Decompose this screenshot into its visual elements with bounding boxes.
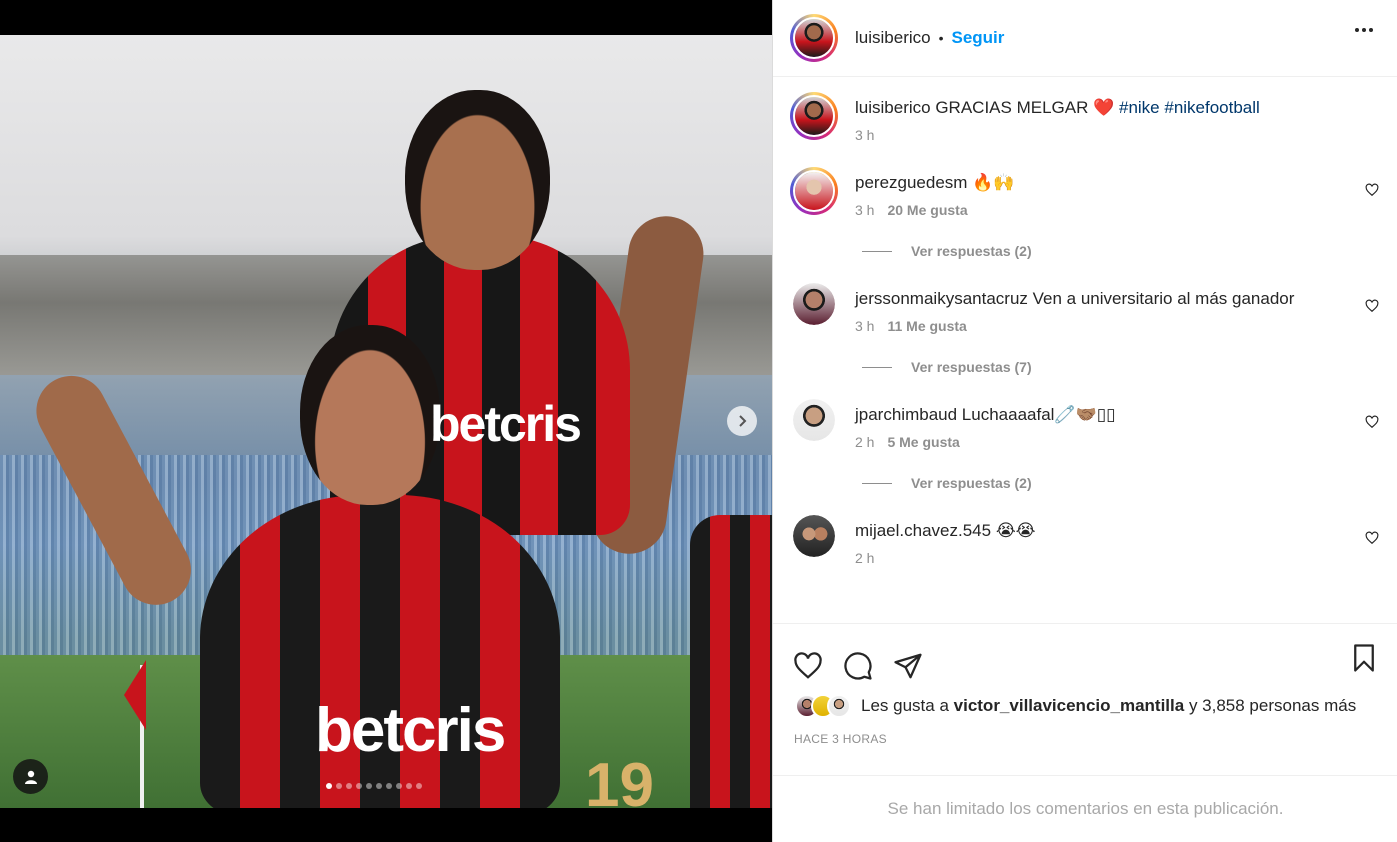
comment-avatar[interactable] <box>790 167 838 215</box>
comment-icon[interactable] <box>843 651 873 681</box>
carousel-dot <box>416 783 422 789</box>
liker-avatar[interactable] <box>827 694 851 718</box>
carousel-dot <box>326 783 332 789</box>
comment-likes[interactable]: 5 Me gusta <box>887 434 959 450</box>
author-avatar[interactable] <box>790 14 838 62</box>
comment-likes[interactable]: 20 Me gusta <box>887 202 967 218</box>
comment-username[interactable]: jerssonmaikysantacruz <box>855 289 1028 308</box>
player-top-head <box>405 90 550 270</box>
comment-username[interactable]: mijael.chavez.545 <box>855 521 991 540</box>
comment-heart-icon[interactable] <box>1365 415 1379 429</box>
comment-time[interactable]: 2 h <box>855 550 874 566</box>
post-photo[interactable]: betcris betcris 19 <box>0 35 772 808</box>
jersey-sponsor-bottom: betcris <box>315 696 506 765</box>
user-tag-button[interactable] <box>13 759 48 794</box>
comment-time[interactable]: 2 h <box>855 434 874 450</box>
caption-text: GRACIAS MELGAR ❤️ <box>935 98 1119 117</box>
caption-avatar[interactable] <box>790 92 838 140</box>
follow-button[interactable]: Seguir <box>952 28 1005 48</box>
hashtag-link[interactable]: #nikefootball <box>1164 98 1259 117</box>
bookmark-icon[interactable] <box>1350 643 1378 673</box>
comment-username[interactable]: jparchimbaud <box>855 405 957 424</box>
more-icon <box>1355 28 1359 32</box>
jersey-sponsor-top: betcris <box>430 396 582 452</box>
player-bottom-head <box>300 325 440 505</box>
user-tag-icon <box>24 770 37 784</box>
comment-avatar[interactable] <box>793 283 835 325</box>
comment-heart-icon[interactable] <box>1365 531 1379 545</box>
post-time[interactable]: HACE 3 HORAS <box>773 732 1397 746</box>
carousel-dot <box>366 783 372 789</box>
more-options-button[interactable] <box>1355 28 1373 32</box>
heart-icon[interactable] <box>793 651 823 681</box>
post-media: betcris betcris 19 <box>0 0 772 842</box>
next-icon <box>739 415 747 427</box>
comment-text: Ven a universitario al más ganador <box>1032 289 1295 308</box>
caption: luisiberico GRACIAS MELGAR ❤️ #nike #nik… <box>773 92 1397 143</box>
carousel-dot <box>386 783 392 789</box>
comment-time[interactable]: 3 h <box>855 318 874 334</box>
comment-item: perezguedesm 🔥🙌 3 h 20 Me gusta <box>773 167 1397 218</box>
post-actions: Les gusta a victor_villavicencio_mantill… <box>773 623 1397 775</box>
likes-summary: Les gusta a victor_villavicencio_mantill… <box>773 694 1397 718</box>
liker-username[interactable]: victor_villavicencio_mantilla <box>954 696 1185 715</box>
view-replies-button[interactable]: Ver respuestas (2) <box>862 475 1397 491</box>
comment-heart-icon[interactable] <box>1365 183 1379 197</box>
carousel-dot <box>376 783 382 789</box>
caption-username[interactable]: luisiberico <box>855 98 931 117</box>
carousel-next-button[interactable] <box>727 406 757 436</box>
author-username[interactable]: luisiberico <box>855 28 931 48</box>
comment-item: jparchimbaud Luchaaaafal🧷🤝🏽▯▯ 2 h 5 Me g… <box>773 399 1397 450</box>
separator-dot: • <box>938 30 944 46</box>
comment-username[interactable]: perezguedesm <box>855 173 967 192</box>
likes-count[interactable]: y 3,858 personas más <box>1189 696 1356 715</box>
hashtag-link[interactable]: #nike <box>1119 98 1160 117</box>
comment-avatar[interactable] <box>793 399 835 441</box>
caption-time[interactable]: 3 h <box>855 127 874 143</box>
comments-limited-notice: Se han limitado los comentarios en esta … <box>773 775 1397 842</box>
comment-item: mijael.chavez.545 😭😭 2 h <box>773 515 1397 566</box>
post-details-panel: luisiberico • Seguir luisiberico GRACIAS… <box>772 0 1397 842</box>
comment-likes[interactable]: 11 Me gusta <box>887 318 966 334</box>
comment-item: jerssonmaikysantacruz Ven a universitari… <box>773 283 1397 334</box>
comment-heart-icon[interactable] <box>1365 299 1379 313</box>
comment-text: 🔥🙌 <box>972 173 1015 192</box>
likes-prefix: Les gusta a <box>861 696 949 715</box>
share-icon[interactable] <box>893 651 923 681</box>
post-header: luisiberico • Seguir <box>773 0 1397 77</box>
jersey-number: 19 <box>585 751 654 808</box>
carousel-dot <box>346 783 352 789</box>
comment-text: 😭😭 <box>995 521 1036 540</box>
background-player <box>690 515 772 808</box>
carousel-dot <box>406 783 412 789</box>
carousel-dot <box>356 783 362 789</box>
carousel-dot <box>396 783 402 789</box>
comment-avatar[interactable] <box>793 515 835 557</box>
carousel-dot <box>336 783 342 789</box>
carousel-indicator <box>326 783 422 789</box>
liker-avatars <box>795 694 851 718</box>
comments-list[interactable]: luisiberico GRACIAS MELGAR ❤️ #nike #nik… <box>773 77 1397 623</box>
comment-text: Luchaaaafal🧷🤝🏽▯▯ <box>961 405 1116 424</box>
comment-time[interactable]: 3 h <box>855 202 874 218</box>
view-replies-button[interactable]: Ver respuestas (2) <box>862 243 1397 259</box>
view-replies-button[interactable]: Ver respuestas (7) <box>862 359 1397 375</box>
